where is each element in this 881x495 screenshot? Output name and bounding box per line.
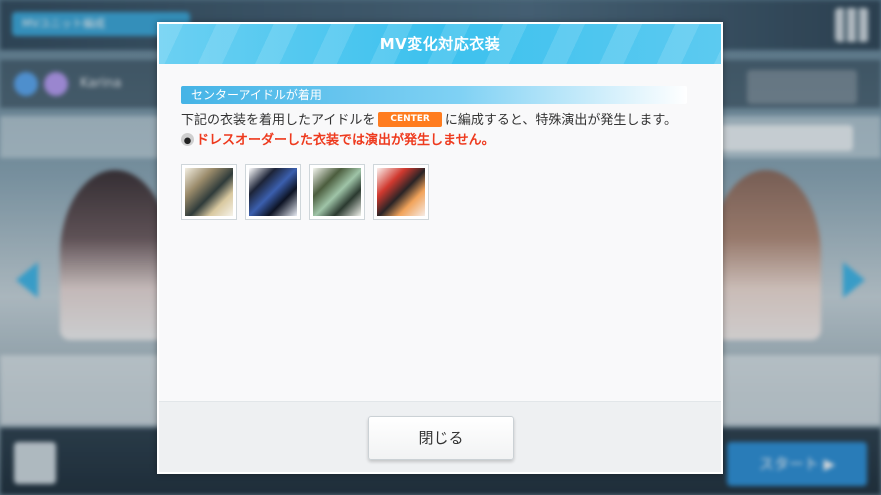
dialog-header: MV変化対応衣装 — [159, 24, 721, 64]
warning-icon — [181, 133, 194, 146]
costume-thumbnail[interactable] — [181, 164, 237, 220]
costume-list — [181, 164, 429, 220]
dialog-body: センターアイドルが着用 下記の衣装を着用したアイドルを CENTER に編成すると、… — [159, 64, 721, 402]
section-label: センターアイドルが着用 — [181, 86, 687, 104]
warning-text: ドレスオーダーした衣装では演出が発生しません。 — [181, 132, 495, 150]
description-before: 下記の衣装を着用したアイドルを — [181, 113, 376, 128]
description-text: 下記の衣装を着用したアイドルを CENTER に編成すると、特殊演出が発生します。 — [181, 112, 677, 130]
description-after: に編成すると、特殊演出が発生します。 — [444, 113, 678, 128]
mv-costume-dialog: MV変化対応衣装 センターアイドルが着用 下記の衣装を着用したアイドルを CENT… — [157, 22, 723, 474]
costume-thumbnail[interactable] — [245, 164, 301, 220]
costume-image — [185, 168, 233, 216]
costume-image — [313, 168, 361, 216]
costume-thumbnail[interactable] — [309, 164, 365, 220]
close-button[interactable]: 閉じる — [368, 416, 514, 460]
costume-image — [249, 168, 297, 216]
costume-thumbnail[interactable] — [373, 164, 429, 220]
warning-message: ドレスオーダーした衣装では演出が発生しません。 — [196, 133, 495, 148]
dialog-footer: 閉じる — [159, 401, 721, 472]
dialog-title: MV変化対応衣装 — [379, 35, 501, 53]
costume-image — [377, 168, 425, 216]
center-badge: CENTER — [378, 112, 442, 127]
